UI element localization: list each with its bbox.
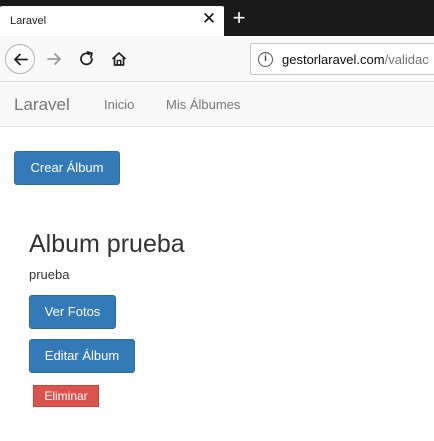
browser-tab[interactable]: Laravel ✕ xyxy=(0,6,224,36)
nav-link-inicio[interactable]: Inicio xyxy=(104,97,134,112)
browser-toolbar: i gestorlaravel.com/validac xyxy=(0,36,434,82)
url-path: /validac xyxy=(384,52,429,67)
tab-title: Laravel xyxy=(10,15,47,27)
edit-album-button[interactable]: Editar Álbum xyxy=(29,339,135,373)
navbar-brand[interactable]: Laravel xyxy=(14,95,70,115)
tab-bar: Laravel ✕ + xyxy=(0,0,434,36)
home-icon xyxy=(111,52,127,66)
url-bar[interactable]: i gestorlaravel.com/validac xyxy=(250,43,434,75)
reload-icon xyxy=(80,51,93,66)
url-host: gestorlaravel.com xyxy=(282,52,385,67)
back-button[interactable] xyxy=(5,44,35,74)
arrow-left-icon xyxy=(14,53,28,66)
delete-album-button[interactable]: Eliminar xyxy=(33,385,99,407)
album-description: prueba xyxy=(29,267,70,282)
nav-link-mis-albumes[interactable]: Mis Álbumes xyxy=(166,97,240,112)
site-navbar: Laravel Inicio Mis Álbumes xyxy=(0,83,434,127)
create-album-button[interactable]: Crear Álbum xyxy=(14,151,120,185)
reload-button[interactable] xyxy=(72,44,102,74)
info-icon[interactable]: i xyxy=(258,52,273,67)
home-button[interactable] xyxy=(104,44,134,74)
close-tab-icon[interactable]: ✕ xyxy=(200,10,218,28)
album-title: Album prueba xyxy=(29,230,185,258)
new-tab-icon[interactable]: + xyxy=(228,7,250,30)
view-photos-button[interactable]: Ver Fotos xyxy=(29,295,116,329)
forward-button[interactable] xyxy=(40,44,70,74)
arrow-right-icon xyxy=(47,53,61,65)
url-text[interactable]: gestorlaravel.com/validac xyxy=(282,52,429,67)
